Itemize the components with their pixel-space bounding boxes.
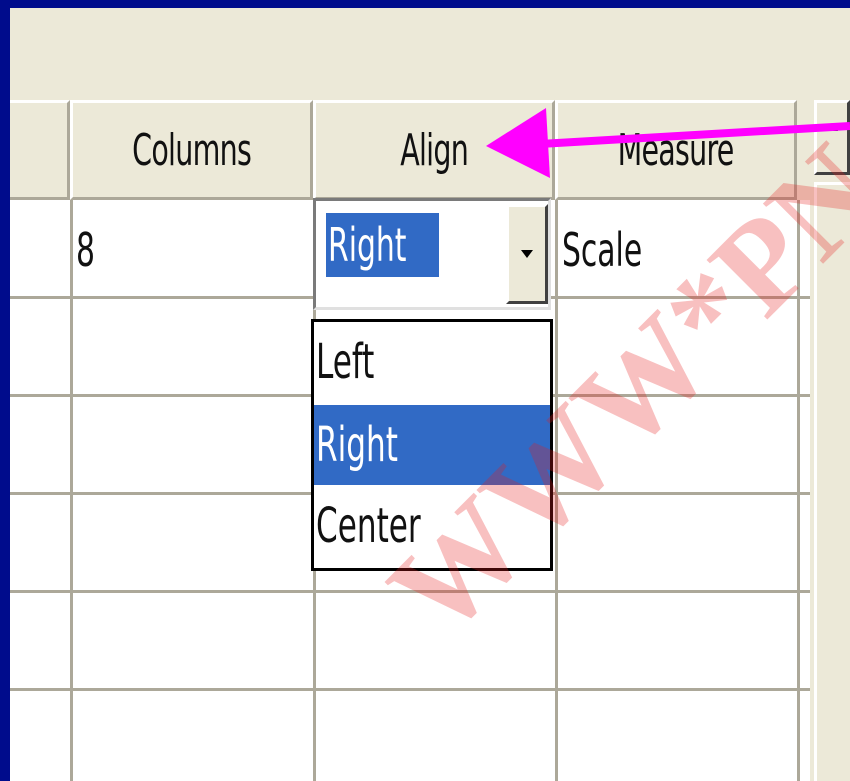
align-combobox[interactable]: Right <box>313 198 551 310</box>
option-left[interactable]: Left <box>314 322 550 402</box>
column-header-columns[interactable]: Columns <box>70 100 313 200</box>
option-label: Left <box>316 334 375 390</box>
grid-line <box>70 200 73 781</box>
combo-text: Right <box>328 218 407 272</box>
dropdown-button[interactable] <box>506 204 548 304</box>
grid-line <box>10 590 810 593</box>
cell-columns[interactable]: 8 <box>76 202 102 298</box>
align-combobox-value[interactable]: Right <box>326 213 439 277</box>
align-dropdown-list: Left Right Center <box>311 319 553 571</box>
column-header-label: Columns <box>132 124 252 176</box>
scroll-up-button[interactable] <box>814 100 850 175</box>
column-header-align[interactable]: Align <box>313 100 555 200</box>
grid-line <box>797 200 800 781</box>
cell-text: 8 <box>76 223 95 277</box>
column-header-label: Align <box>400 124 469 176</box>
cell-measure[interactable]: Scale <box>562 202 673 298</box>
cell-text: Scale <box>562 223 643 277</box>
option-right[interactable]: Right <box>314 405 550 485</box>
grid-line <box>555 200 558 781</box>
option-label: Center <box>316 498 421 554</box>
option-center[interactable]: Center <box>314 486 550 566</box>
chevron-down-icon <box>521 250 533 258</box>
column-header-first[interactable] <box>10 100 70 200</box>
column-header-label: Measure <box>617 124 735 176</box>
scrollbar-thumb[interactable] <box>814 182 850 781</box>
column-header-measure[interactable]: Measure <box>555 100 797 200</box>
grid-line <box>10 688 810 691</box>
option-label: Right <box>316 417 398 473</box>
table-panel: Columns Align Measure 8 Scale Right Left… <box>10 8 850 781</box>
vertical-scrollbar[interactable] <box>810 100 850 781</box>
chevron-up-icon <box>826 123 838 131</box>
